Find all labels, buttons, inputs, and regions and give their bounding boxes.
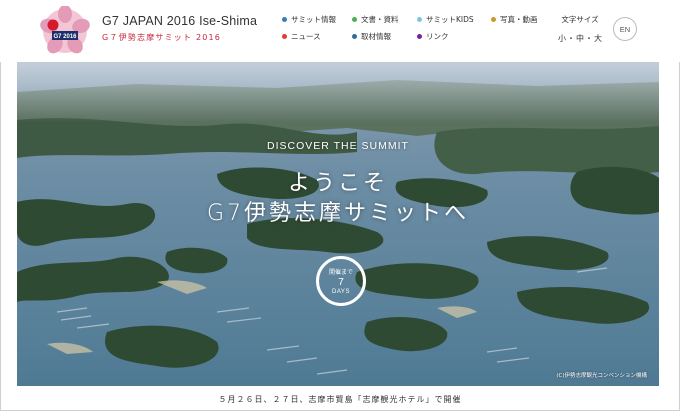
event-date-note: ５月２６日、２７日、志摩市賢島「志摩観光ホテル」で開催 — [218, 395, 462, 404]
font-size-large[interactable]: 大 — [594, 33, 602, 44]
nav-photos-videos[interactable]: 写真・動画 — [491, 14, 538, 25]
font-size-label: 文字サイズ — [561, 15, 599, 24]
countdown-unit: DAYS — [332, 289, 350, 295]
countdown-label: 開催まで — [328, 269, 353, 276]
nav-dot-icon — [417, 17, 422, 22]
font-size-control: 文字サイズ 小 ・ 中 ・ 大 — [558, 14, 602, 44]
hero-banner: DISCOVER THE SUMMIT ようこそ G7伊勢志摩サミットへ 開催ま… — [17, 62, 659, 386]
brand-subtitle: G７伊勢志摩サミット 2016 — [102, 33, 222, 42]
nav-summit-kids[interactable]: サミットKIDS — [417, 14, 474, 25]
countdown-badge: 開催まで 7 DAYS — [316, 256, 366, 306]
nav-links[interactable]: リンク — [417, 31, 449, 42]
nav-press[interactable]: 取材情報 — [352, 31, 391, 42]
nav-documents[interactable]: 文書・資料 — [352, 14, 399, 25]
site-header: G7 2016 G7 JAPAN 2016 Ise-Shima G７伊勢志摩サミ… — [0, 0, 680, 62]
font-size-small[interactable]: 小 — [558, 33, 566, 44]
language-en-button[interactable]: EN — [613, 17, 637, 41]
hero-kicker: DISCOVER THE SUMMIT — [267, 140, 409, 152]
nav-dot-icon — [282, 17, 287, 22]
nav-dot-icon — [352, 34, 357, 39]
nav-dot-icon — [491, 17, 496, 22]
nav-news[interactable]: ニュース — [282, 31, 321, 42]
photo-credit: (C)伊勢志摩観光コンベンション機構 — [556, 373, 647, 379]
nav-summit-info[interactable]: サミット情報 — [282, 14, 336, 25]
countdown-value: 7 — [338, 277, 344, 288]
svg-text:G7 2016: G7 2016 — [53, 34, 77, 40]
brand-title[interactable]: G7 JAPAN 2016 Ise-Shima — [102, 14, 257, 28]
nav-dot-icon — [417, 34, 422, 39]
g7-logo[interactable]: G7 2016 — [40, 6, 90, 56]
nav-dot-icon — [282, 34, 287, 39]
font-size-separator: ・ — [567, 34, 575, 43]
hero-title-summit: G7伊勢志摩サミットへ — [206, 201, 470, 226]
font-size-separator: ・ — [585, 34, 593, 43]
nav-dot-icon — [352, 17, 357, 22]
sakura-logo-icon — [40, 6, 90, 54]
font-size-medium[interactable]: 中 — [576, 33, 584, 44]
hero-title-welcome: ようこそ — [287, 171, 388, 196]
